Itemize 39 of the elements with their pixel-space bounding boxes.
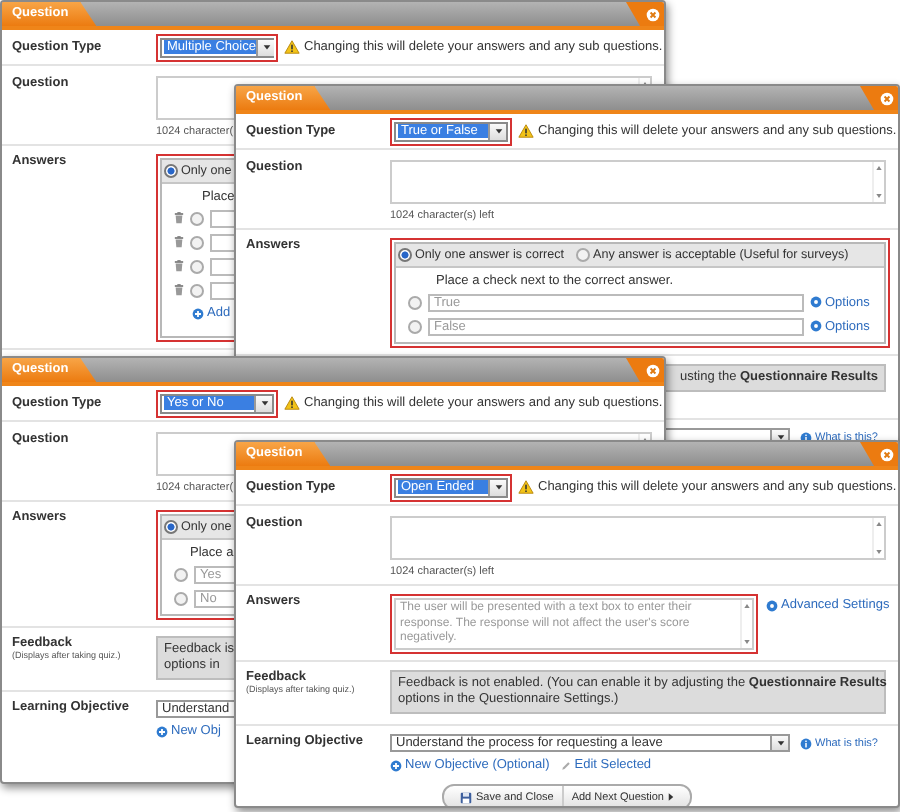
disk-icon (459, 791, 472, 803)
trash-icon[interactable] (174, 260, 184, 272)
close-icon[interactable] (880, 91, 894, 105)
radio-button[interactable] (408, 295, 422, 309)
radio-button[interactable] (190, 259, 204, 273)
trash-icon[interactable] (174, 284, 184, 296)
trash-icon[interactable] (174, 236, 184, 248)
scroll-down-icon[interactable] (744, 640, 750, 644)
caret-icon (261, 42, 272, 52)
warning-icon (284, 396, 300, 410)
info-icon (800, 737, 812, 749)
close-icon[interactable] (880, 447, 894, 461)
scroll-up-icon[interactable] (876, 166, 882, 170)
warning-icon (284, 40, 300, 54)
scroll-down-icon[interactable] (876, 194, 882, 198)
radio-button[interactable] (190, 211, 204, 225)
warning-icon (518, 480, 534, 494)
caret-icon (668, 792, 674, 802)
radio-button[interactable] (190, 283, 204, 297)
scroll-up-icon[interactable] (744, 604, 750, 608)
close-icon[interactable] (646, 363, 660, 377)
radio-button[interactable] (408, 319, 422, 333)
caret-icon (493, 482, 503, 492)
radio-button[interactable] (174, 591, 188, 605)
warning-icon (518, 124, 534, 138)
scroll-down-icon[interactable] (876, 550, 882, 554)
question-field[interactable] (390, 160, 886, 204)
plus-icon (192, 307, 204, 319)
plus-icon (390, 759, 402, 771)
scroll-up-icon[interactable] (876, 522, 882, 526)
pencil-icon (559, 759, 572, 771)
plus-icon (156, 725, 168, 737)
close-icon[interactable] (646, 7, 660, 21)
caret-icon (775, 738, 785, 748)
radio-button[interactable] (174, 567, 188, 581)
question-field[interactable] (390, 516, 886, 560)
trash-icon[interactable] (174, 212, 184, 224)
radio-button[interactable] (190, 235, 204, 249)
caret-icon (493, 126, 503, 136)
